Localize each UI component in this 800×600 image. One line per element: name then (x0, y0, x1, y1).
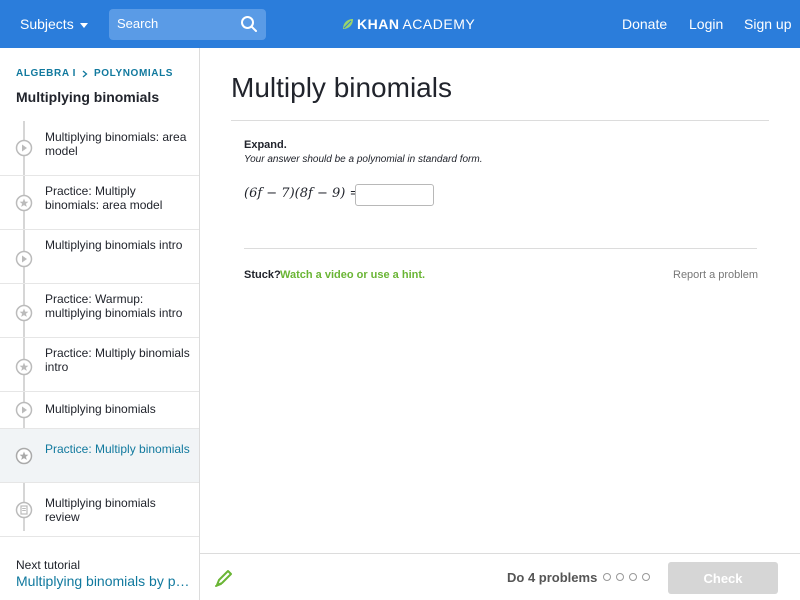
signup-link[interactable]: Sign up (744, 16, 791, 32)
tutorial-title: Multiplying binomials (16, 89, 160, 105)
problem-equation: (6f − 7)(8f − 9) = (244, 186, 361, 201)
check-button[interactable]: Check (668, 562, 778, 594)
progress-dot (616, 573, 624, 581)
sidebar-item-label: Practice: Multiply binomials: area model (45, 184, 163, 212)
chevron-right-icon (82, 70, 88, 77)
sidebar-item-label: Practice: Multiply binomials (45, 442, 190, 456)
scratchpad-pencil-icon[interactable] (214, 568, 234, 588)
caret-down-icon (79, 22, 88, 28)
star-icon (15, 304, 33, 322)
problem-divider (244, 248, 757, 249)
problems-count-label: Do 4 problems (507, 570, 598, 585)
answer-input[interactable] (355, 184, 434, 206)
page-title: Multiply binomials (231, 72, 452, 103)
sidebar-item-label: Multiplying binomials (45, 402, 156, 416)
sidebar-item-label: Multiplying binomials: area model (45, 130, 187, 158)
progress-dots (603, 573, 650, 581)
play-icon (15, 250, 33, 268)
breadcrumb-polynomials[interactable]: POLYNOMIALS (94, 68, 173, 79)
logo-light-text: ACADEMY (402, 16, 476, 32)
progress-dot (642, 573, 650, 581)
expand-label: Expand. (244, 139, 287, 151)
tutorial-sidebar: ALGEBRA I POLYNOMIALS Multiplying binomi… (0, 48, 200, 600)
star-icon (15, 358, 33, 376)
search-input[interactable] (117, 16, 227, 31)
progress-dot (629, 573, 637, 581)
play-icon (15, 139, 33, 157)
subjects-menu[interactable]: Subjects (20, 16, 88, 32)
khan-academy-logo[interactable]: KHAN ACADEMY (342, 16, 475, 32)
login-link[interactable]: Login (689, 16, 723, 32)
sidebar-item-warmup-practice[interactable]: Practice: Warmup: multiplying binomials … (0, 284, 199, 338)
donate-link[interactable]: Donate (622, 16, 667, 32)
play-icon (15, 401, 33, 419)
search-icon[interactable] (240, 15, 258, 33)
sidebar-item-multiplying-video[interactable]: Multiplying binomials (0, 392, 199, 429)
logo-bold-text: KHAN (357, 16, 400, 32)
progress-dot (603, 573, 611, 581)
stuck-label: Stuck? (244, 269, 281, 281)
exercise-footer: Do 4 problems Check (200, 553, 800, 600)
sidebar-item-intro-practice[interactable]: Practice: Multiply binomials intro (0, 338, 199, 392)
sidebar-item-area-model-practice[interactable]: Practice: Multiply binomials: area model (0, 176, 199, 230)
sidebar-item-intro-video[interactable]: Multiplying binomials intro (0, 230, 199, 284)
sidebar-item-label: Practice: Warmup: multiplying binomials … (45, 292, 183, 320)
report-problem-link[interactable]: Report a problem (673, 269, 758, 281)
sidebar-item-label: Multiplying binomials intro (45, 238, 183, 252)
article-icon (15, 501, 33, 519)
sidebar-item-label: Practice: Multiply binomials intro (45, 346, 190, 374)
sidebar-item-multiply-practice[interactable]: Practice: Multiply binomials (0, 429, 199, 483)
breadcrumb-algebra[interactable]: ALGEBRA I (16, 68, 76, 79)
top-navigation-bar: Subjects KHANACADEMY Donate Login Sign u… (0, 0, 800, 48)
star-icon (15, 447, 33, 465)
leaf-icon (343, 19, 353, 29)
star-icon (15, 194, 33, 212)
hint-link[interactable]: Watch a video or use a hint. (280, 269, 425, 281)
instruction-text: Your answer should be a polynomial in st… (244, 154, 483, 165)
sidebar-item-label: Multiplying binomials review (45, 496, 156, 524)
next-tutorial-label: Next tutorial (16, 558, 81, 572)
sidebar-item-review-article[interactable]: Multiplying binomials review (0, 483, 199, 537)
breadcrumb: ALGEBRA I POLYNOMIALS (16, 68, 173, 79)
title-divider (231, 120, 769, 121)
next-tutorial-link[interactable]: Multiplying binomials by polynomials (16, 573, 191, 589)
sidebar-item-area-model-video[interactable]: Multiplying binomials: area model (0, 122, 199, 176)
subjects-label: Subjects (20, 16, 74, 32)
search-box[interactable] (109, 9, 266, 40)
